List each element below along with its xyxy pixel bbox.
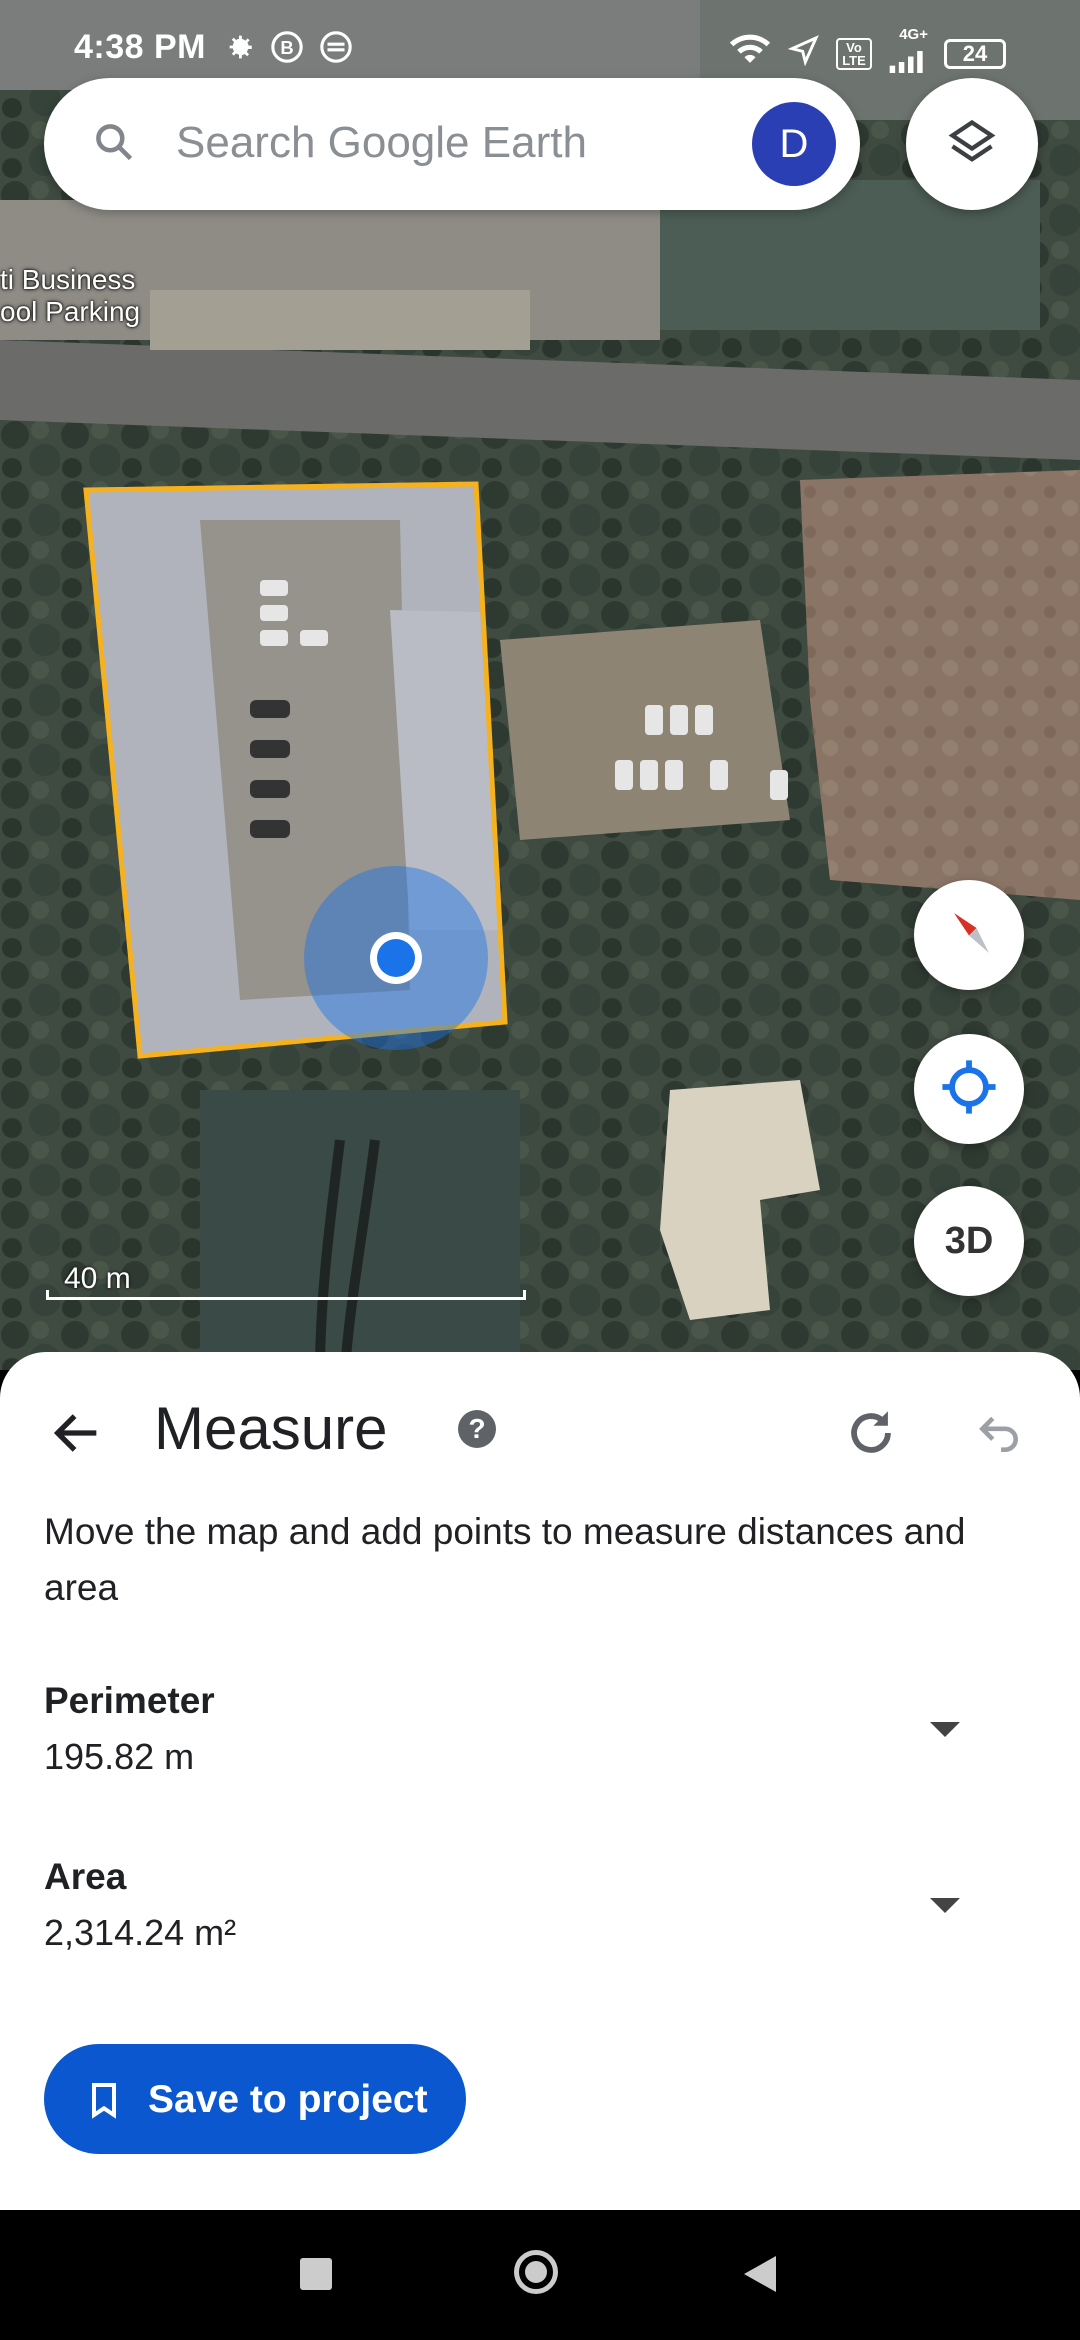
navigation-arrow-icon: [787, 34, 820, 75]
settings-icon: [222, 30, 256, 73]
compass-icon: [939, 903, 999, 968]
scale-bar: [46, 1290, 526, 1300]
panel-title: Measure: [154, 1395, 388, 1462]
layers-icon: [946, 116, 998, 173]
battery-icon: 24: [944, 39, 1006, 69]
search-icon: [92, 120, 136, 169]
perimeter-value: 195.82 m: [44, 1736, 195, 1777]
signal-icon: [888, 43, 928, 82]
place-label-line1: ti Business: [0, 264, 136, 295]
map-view[interactable]: 4:38 PM B Vo LTE 4G+ 24 Search Google Ea…: [0, 0, 1080, 1370]
avatar[interactable]: D: [752, 102, 836, 186]
search-input[interactable]: Search Google Earth: [176, 118, 587, 168]
my-location-button[interactable]: [914, 1034, 1024, 1144]
place-label-line2: ool Parking: [0, 296, 141, 327]
home-icon[interactable]: [514, 2250, 558, 2294]
my-location-icon: [940, 1058, 998, 1121]
system-navigation-bar: [0, 2210, 1080, 2340]
status-time: 4:38 PM: [74, 28, 206, 66]
wifi-icon: [728, 33, 772, 76]
perimeter-label: Perimeter: [44, 1680, 215, 1721]
location-dot: [377, 939, 415, 977]
b-circle-icon: B: [270, 30, 304, 73]
network-type-label: 4G+: [899, 26, 928, 43]
volte-icon: Vo LTE: [836, 38, 872, 70]
area-unit-dropdown-icon[interactable]: [930, 1898, 960, 1913]
undo-icon[interactable]: [974, 1408, 1024, 1463]
save-to-project-button[interactable]: Save to project: [44, 2044, 466, 2154]
recents-icon[interactable]: [300, 2258, 332, 2290]
save-button-label: Save to project: [148, 2078, 428, 2121]
area-label: Area: [44, 1856, 127, 1897]
bookmark-icon: [84, 2078, 124, 2132]
help-icon[interactable]: ?: [458, 1410, 496, 1448]
place-label[interactable]: ti Business ool Parking: [0, 264, 140, 328]
svg-text:B: B: [280, 37, 293, 58]
layers-button[interactable]: [906, 78, 1038, 210]
redo-icon[interactable]: [842, 1404, 900, 1467]
measure-panel: Measure ? Move the map and add points to…: [0, 1352, 1080, 2210]
instructions-text: Move the map and add points to measure d…: [44, 1511, 966, 1608]
compass-button[interactable]: [914, 880, 1024, 990]
perimeter-unit-dropdown-icon[interactable]: [930, 1722, 960, 1737]
sync-icon: [318, 30, 354, 73]
back-arrow-icon[interactable]: [48, 1404, 106, 1467]
search-bar[interactable]: Search Google Earth: [44, 78, 860, 210]
system-back-icon[interactable]: [744, 2256, 776, 2292]
area-value: 2,314.24 m²: [44, 1912, 237, 1953]
3d-toggle-button[interactable]: 3D: [914, 1186, 1024, 1296]
